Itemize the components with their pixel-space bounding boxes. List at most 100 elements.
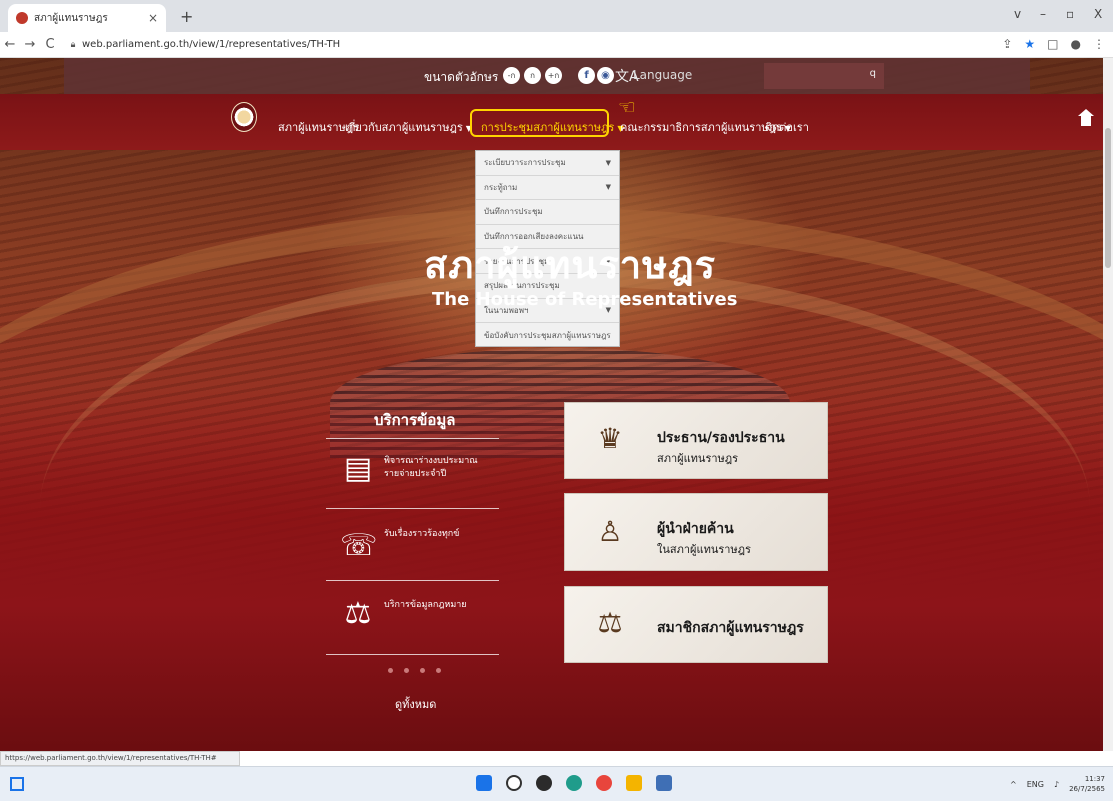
tab-title: สภาผู้แทนราษฎร (34, 12, 108, 24)
hero-overlay (0, 388, 1103, 751)
card-members[interactable]: ⚖ สมาชิกสภาผู้แทนราษฎร (564, 586, 828, 663)
dropdown-item-agenda[interactable]: ระเบียบวาระการประชุม ▼ (476, 151, 619, 176)
back-arrow-icon[interactable]: ← (0, 37, 20, 52)
search-icon[interactable] (506, 775, 522, 791)
clock[interactable]: 11:37 26/7/2565 (1069, 774, 1105, 794)
law-scales-icon[interactable]: ⚖ (340, 594, 376, 634)
dropdown-item-label: ข้อบังคับการประชุมสภาผู้แทนราษฎร (484, 330, 611, 340)
pointer-hand-icon: ☜ (618, 95, 636, 119)
parliament-logo[interactable] (231, 102, 257, 132)
close-window-button[interactable]: X (1094, 7, 1102, 21)
minimize-button[interactable]: – (1040, 7, 1046, 21)
lock-icon[interactable]: 🔒︎ (66, 40, 80, 50)
chrome-browser-icon[interactable] (596, 775, 612, 791)
browser-tab[interactable]: สภาผู้แทนราษฎร × (8, 4, 166, 32)
service-label-line2: รายจ่ายประจำปี (384, 469, 447, 479)
start-icon[interactable] (476, 775, 492, 791)
services-title: บริการข้อมูล (374, 411, 456, 429)
new-tab-button[interactable]: + (180, 7, 193, 26)
line-icon[interactable]: ◉ (597, 67, 614, 84)
edge-browser-icon[interactable] (566, 775, 582, 791)
address-bar: ← → C 🔒︎ web.parliament.go.th/view/1/rep… (0, 32, 1113, 58)
sidepanel-icon[interactable]: □ (1047, 37, 1058, 51)
utility-bar: ขนาดตัวอักษร -ก ก +ก f ◉ 文A Language q (64, 58, 1030, 94)
widgets-icon[interactable] (10, 777, 24, 791)
dropdown-item-regulations[interactable]: ข้อบังคับการประชุมสภาผู้แทนราษฎร (476, 323, 619, 348)
dropdown-item-label: ระเบียบวาระการประชุม (484, 158, 566, 168)
home-icon[interactable] (1078, 109, 1094, 129)
nav-label: คณะกรรมาธิการสภาผู้แทนราษฎร (620, 121, 782, 134)
divider (326, 508, 499, 509)
see-all-link[interactable]: ดูทั้งหมด (395, 695, 436, 713)
service-law-link[interactable]: บริการข้อมูลกฎหมาย (384, 599, 467, 612)
card-speaker[interactable]: ♛ ประธาน/รองประธาน สภาผู้แทนราษฎร (564, 402, 828, 479)
opposition-leader-icon: ♙ (597, 515, 623, 548)
tab-search-icon[interactable]: v (1014, 7, 1021, 21)
url-field[interactable]: web.parliament.go.th/view/1/representati… (82, 39, 340, 50)
reload-icon[interactable]: C (40, 37, 60, 52)
forward-arrow-icon[interactable]: → (20, 37, 40, 52)
handshake-icon[interactable]: ☏ (340, 526, 378, 566)
service-complaints-link[interactable]: รับเรื่องราวร้องทุกข์ (384, 528, 459, 541)
hero-subtitle: The House of Representatives (432, 289, 738, 310)
tab-close-icon[interactable]: × (148, 11, 158, 25)
language-link[interactable]: Language (633, 68, 692, 82)
scales-icon: ⚖ (597, 606, 623, 639)
font-increase-button[interactable]: +ก (545, 67, 562, 84)
task-view-icon[interactable] (536, 775, 552, 791)
service-budget-link[interactable]: พิจารณาร่างงบประมาณรายจ่ายประจำปี (384, 455, 478, 481)
bookmark-star-icon[interactable]: ★ (1024, 37, 1035, 51)
card-opposition-leader[interactable]: ♙ ผู้นำฝ่ายค้าน ในสภาผู้แทนราษฎร (564, 493, 828, 571)
taskbar: ^ ENG ♪ 11:37 26/7/2565 (0, 766, 1113, 801)
search-icon[interactable]: q (870, 68, 876, 79)
dropdown-item-minutes[interactable]: บันทึกการประชุม (476, 200, 619, 225)
maximize-button[interactable]: ▫ (1066, 7, 1074, 21)
menu-dots-icon[interactable]: ⋮ (1093, 37, 1105, 51)
clock-time: 11:37 (1084, 775, 1105, 783)
font-normal-button[interactable]: ก (524, 67, 541, 84)
nav-label: เกี่ยวกับสภาผู้แทนราษฎร (345, 121, 463, 134)
scrollbar-thumb[interactable] (1105, 128, 1111, 268)
system-tray: ^ ENG ♪ 11:37 26/7/2565 (1010, 774, 1105, 794)
budget-document-icon[interactable]: ▤ (340, 449, 376, 489)
carousel-dot[interactable] (436, 668, 441, 673)
search-input[interactable]: q (764, 63, 884, 89)
browser-tab-bar: สภาผู้แทนราษฎร × + v – ▫ X (0, 0, 1113, 32)
file-explorer-icon[interactable] (626, 775, 642, 791)
favicon-icon (16, 12, 28, 24)
nav-item-about[interactable]: เกี่ยวกับสภาผู้แทนราษฎร ▼ (345, 118, 472, 136)
card-title: ผู้นำฝ่ายค้าน (657, 521, 734, 537)
language-indicator[interactable]: ENG (1027, 780, 1044, 789)
link-status-bar: https://web.parliament.go.th/view/1/repr… (0, 751, 240, 766)
web-page: ขนาดตัวอักษร -ก ก +ก f ◉ 文A Language q ส… (0, 58, 1103, 751)
share-icon[interactable]: ⇪ (1002, 37, 1012, 51)
profile-icon[interactable]: ● (1071, 37, 1081, 51)
facebook-icon[interactable]: f (578, 67, 595, 84)
card-subtitle: ในสภาผู้แทนราษฎร (657, 543, 751, 556)
font-decrease-button[interactable]: -ก (503, 67, 520, 84)
dropdown-item-label: กระทู้ถาม (484, 182, 518, 192)
nav-item-meetings[interactable]: การประชุมสภาผู้แทนราษฎร ▼ (481, 118, 624, 136)
caret-down-icon: ▼ (605, 158, 611, 167)
nav-item-contact[interactable]: ติดต่อเรา (765, 118, 809, 136)
dropdown-item-label: บันทึกการประชุม (484, 207, 543, 217)
carousel-dot[interactable] (420, 668, 425, 673)
carousel-dot[interactable] (388, 668, 393, 673)
carousel-dots (388, 668, 441, 673)
font-size-label: ขนาดตัวอักษร (424, 70, 499, 84)
main-navigation: สภาผู้แทนราษฎร เกี่ยวกับสภาผู้แทนราษฎร ▼ … (0, 94, 1103, 150)
page-scrollbar[interactable] (1103, 58, 1113, 751)
clock-date: 26/7/2565 (1069, 785, 1105, 793)
tray-chevron-icon[interactable]: ^ (1010, 780, 1017, 789)
carousel-dot[interactable] (404, 668, 409, 673)
taskbar-apps (476, 775, 672, 791)
divider (326, 580, 499, 581)
store-icon[interactable] (656, 775, 672, 791)
volume-icon[interactable]: ♪ (1054, 780, 1059, 789)
service-label-line1: พิจารณาร่างงบประมาณ (384, 456, 478, 466)
divider (326, 438, 499, 439)
nav-label: ติดต่อเรา (765, 121, 809, 134)
dropdown-item-questions[interactable]: กระทู้ถาม ▼ (476, 176, 619, 201)
caret-down-icon: ▼ (605, 183, 611, 192)
divider (326, 654, 499, 655)
